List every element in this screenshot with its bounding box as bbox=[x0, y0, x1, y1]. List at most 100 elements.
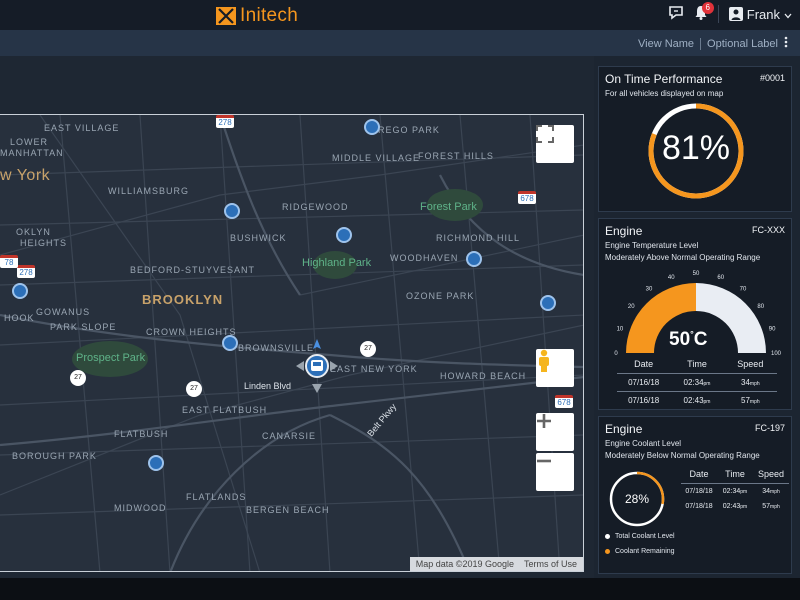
coolant-readings-table: Date Time Speed 07/18/18 02:34pm 34mph 0… bbox=[681, 469, 789, 514]
bus-stop-icon[interactable] bbox=[12, 283, 28, 299]
gauge-tick-label: 0 bbox=[614, 351, 618, 355]
row-time-value: 02:34 bbox=[683, 378, 704, 387]
map-label-brooklyn: BROOKLYN bbox=[142, 292, 224, 307]
row-date: 07/16/18 bbox=[628, 396, 660, 405]
engine-temperature-card[interactable]: Engine FC-XXX Engine Temperature Level M… bbox=[598, 218, 792, 410]
map-label-bed-stuy: BEDFORD-STUYVESANT bbox=[130, 265, 256, 275]
more-options-icon[interactable] bbox=[784, 36, 788, 51]
card-title: On Time Performance bbox=[605, 72, 723, 86]
on-time-value: 81% bbox=[661, 129, 731, 167]
map-label-flatbush: FLATBUSH bbox=[114, 429, 169, 439]
route-27-marker-west: 27 bbox=[70, 370, 86, 386]
interstate-278-shield-north: 278 bbox=[216, 115, 234, 128]
row-date: 07/16/18 bbox=[628, 378, 660, 387]
interstate-678-shield-north: 678 bbox=[518, 191, 536, 204]
chevron-down-icon bbox=[784, 7, 792, 22]
temperature-unit: C bbox=[693, 329, 708, 350]
map-label-new-york: w York bbox=[0, 167, 51, 184]
table-row[interactable]: 07/18/18 02:43pm 57mph bbox=[681, 499, 789, 514]
street-view-button[interactable] bbox=[536, 349, 574, 387]
row-speed: 57mph bbox=[724, 396, 777, 405]
row-time: 02:43pm bbox=[670, 396, 723, 405]
card-subtitle: For all vehicles displayed on map bbox=[605, 89, 724, 98]
bus-stop-icon[interactable] bbox=[364, 119, 380, 135]
map-label-crown-heights: CROWN HEIGHTS bbox=[146, 327, 237, 337]
view-bar: View Name Optional Label bbox=[0, 30, 800, 56]
row-speed-value: 57 bbox=[741, 396, 750, 405]
map-label-flatlands: FLATLANDS bbox=[186, 492, 247, 502]
plus-icon bbox=[537, 414, 551, 428]
gauge-tick-label: 40 bbox=[668, 275, 675, 281]
map-label-linden-blvd: Linden Blvd bbox=[244, 381, 292, 391]
optional-label[interactable]: Optional Label bbox=[707, 38, 778, 50]
map-label-ozone-park: OZONE PARK bbox=[406, 291, 475, 301]
main-content: EAST VILLAGE LOWER MANHATTAN w York WILL… bbox=[0, 56, 594, 578]
map-label-bergen-beach: BERGEN BEACH bbox=[246, 505, 330, 515]
row-time-suffix: pm bbox=[740, 504, 748, 510]
map-view[interactable]: EAST VILLAGE LOWER MANHATTAN w York WILL… bbox=[0, 114, 584, 572]
temperature-number: 50 bbox=[669, 329, 691, 350]
header-divider bbox=[717, 5, 719, 23]
route-27-marker-east: 27 bbox=[360, 341, 376, 357]
row-speed-value: 34 bbox=[741, 378, 750, 387]
row-time: 02:43pm bbox=[717, 503, 753, 510]
row-speed-unit: mph bbox=[770, 489, 780, 495]
view-name[interactable]: View Name bbox=[638, 38, 694, 50]
bus-stop-icon[interactable] bbox=[540, 295, 556, 311]
user-menu[interactable]: Frank bbox=[728, 7, 792, 22]
row-time-suffix: pm bbox=[703, 381, 711, 387]
top-bar: Initech 6 Frank bbox=[0, 0, 800, 30]
card-subtitle: Engine Coolant Level bbox=[605, 439, 682, 448]
bus-stop-icon[interactable] bbox=[224, 203, 240, 219]
legend-coolant-remaining: Coolant Remaining bbox=[605, 548, 675, 555]
notifications-button[interactable]: 6 bbox=[694, 2, 714, 23]
card-title: Engine bbox=[605, 224, 643, 238]
legend-total-coolant: Total Coolant Level bbox=[605, 533, 675, 540]
zoom-in-button[interactable] bbox=[536, 413, 574, 451]
table-row[interactable]: 07/18/18 02:34pm 34mph bbox=[681, 483, 789, 499]
bus-stop-icon[interactable] bbox=[466, 251, 482, 267]
legend-swatch-white bbox=[605, 534, 610, 539]
zoom-out-button[interactable] bbox=[536, 453, 574, 491]
view-bar-divider bbox=[700, 37, 702, 50]
user-avatar-icon bbox=[728, 7, 743, 21]
map-label-middle-village: MIDDLE VILLAGE bbox=[332, 153, 421, 163]
notification-badge: 6 bbox=[701, 2, 714, 14]
column-header-time: Time bbox=[687, 359, 707, 369]
bus-stop-icon[interactable] bbox=[222, 335, 238, 351]
chat-icon[interactable] bbox=[668, 5, 684, 23]
card-id: FC-197 bbox=[754, 423, 785, 433]
row-time-value: 02:34 bbox=[722, 488, 741, 495]
bus-vehicle-icon bbox=[296, 339, 338, 393]
column-header-date: Date bbox=[634, 359, 654, 369]
map-label-brooklyn-heights-top: OKLYN bbox=[16, 227, 51, 237]
row-speed-unit: mph bbox=[749, 399, 760, 405]
row-time-value: 02:43 bbox=[722, 503, 741, 510]
route-27-marker-center: 27 bbox=[186, 381, 202, 397]
row-time-suffix: pm bbox=[740, 489, 748, 495]
fullscreen-button[interactable] bbox=[536, 125, 574, 163]
engine-coolant-card[interactable]: Engine FC-197 Engine Coolant Level Moder… bbox=[598, 416, 792, 574]
bus-stop-icon[interactable] bbox=[336, 227, 352, 243]
table-row[interactable]: 07/16/18 02:43pm 57mph bbox=[617, 391, 777, 409]
bus-stop-icon[interactable] bbox=[148, 455, 164, 471]
pegman-icon bbox=[539, 349, 549, 372]
map-data-credit: Map data ©2019 Google bbox=[415, 559, 514, 569]
selected-vehicle-marker[interactable] bbox=[296, 339, 338, 393]
legend-swatch-orange bbox=[605, 549, 610, 554]
map-label-prospect-park: Prospect Park bbox=[76, 352, 146, 364]
card-title: Engine bbox=[605, 422, 643, 436]
footer-bar bbox=[0, 578, 800, 600]
on-time-performance-card[interactable]: On Time Performance #0001 For all vehicl… bbox=[598, 66, 792, 212]
table-row[interactable]: 07/16/18 02:34pm 34mph bbox=[617, 373, 777, 391]
gauge-tick-label: 50 bbox=[693, 271, 700, 277]
column-header-date: Date bbox=[689, 469, 709, 479]
terms-of-use-link[interactable]: Terms of Use bbox=[524, 559, 577, 569]
row-speed: 57mph bbox=[753, 503, 789, 510]
map-label-brooklyn-heights-bottom: HEIGHTS bbox=[20, 238, 68, 248]
row-speed-value: 34 bbox=[762, 488, 771, 495]
gauge-tick-label: 20 bbox=[628, 304, 635, 310]
column-header-speed: Speed bbox=[757, 469, 785, 479]
map-label-ridgewood: RIDGEWOOD bbox=[282, 202, 349, 212]
brand-logo[interactable]: Initech bbox=[216, 5, 298, 27]
